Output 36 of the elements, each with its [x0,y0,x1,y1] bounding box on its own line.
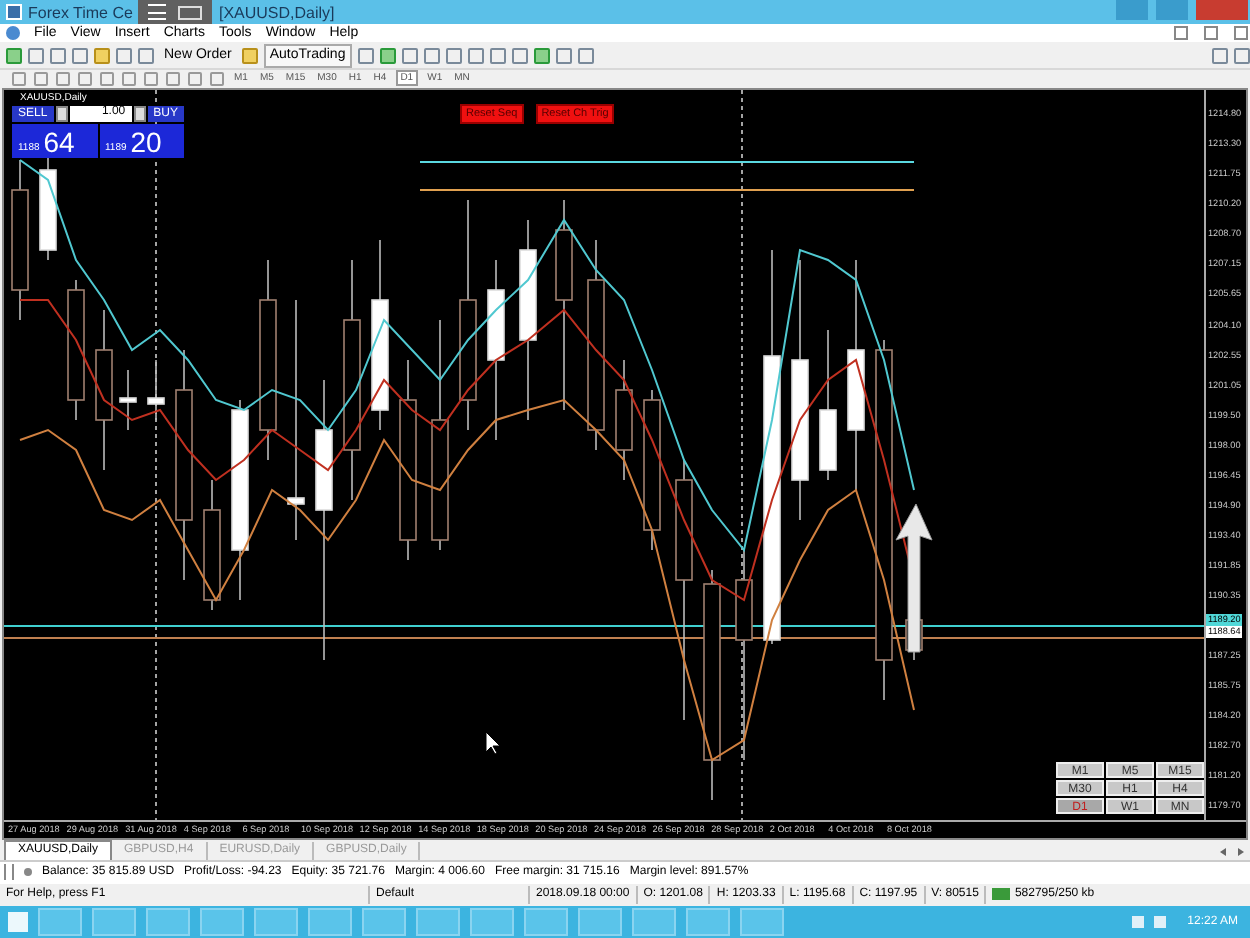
app-icon[interactable] [524,907,568,936]
app-icon[interactable] [740,907,784,936]
keyboard-icon[interactable] [178,5,203,19]
candle [203,479,221,612]
tray-icon[interactable] [1131,915,1144,928]
app-icon[interactable] [254,907,298,936]
minus-button[interactable] [55,106,68,123]
connection-icon [992,888,1011,901]
up-arrow-icon [895,503,933,653]
keyboard-overlay[interactable] [138,0,213,24]
menu-icon[interactable] [148,4,167,20]
close-button[interactable] [1234,26,1248,41]
window-title: [XAUUSD,Daily] [218,3,335,21]
restore-button[interactable] [1204,26,1218,41]
app-icon[interactable] [308,907,352,936]
app-icon[interactable] [92,907,136,936]
app-icon[interactable] [38,907,82,936]
candle [119,369,137,432]
app-icon[interactable] [416,907,460,936]
app-icon[interactable] [146,907,190,936]
app-icon[interactable] [362,907,406,936]
app-icon[interactable] [200,907,244,936]
minimize-button[interactable] [1174,26,1188,41]
candle [147,359,165,422]
plus-button[interactable] [133,106,146,123]
close-icon[interactable] [4,864,14,881]
candle [615,359,633,482]
app-icon[interactable] [578,907,622,936]
mouse-cursor-icon [485,731,501,755]
app-icon[interactable] [470,907,514,936]
app-icon[interactable] [632,907,676,936]
status-dot-icon [24,868,32,877]
app-icon[interactable] [686,907,730,936]
start-icon[interactable] [8,911,28,932]
candle [67,279,85,422]
window-title: Forex Time Ce [28,3,133,21]
